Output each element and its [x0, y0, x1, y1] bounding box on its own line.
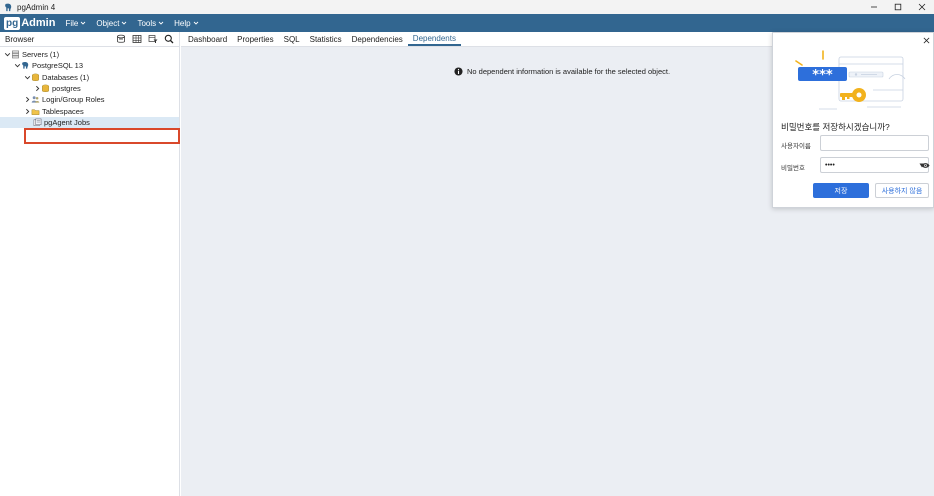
- menubar: pg Admin File Object Tools Help: [0, 14, 934, 32]
- tree-label: Login/Group Roles: [42, 95, 105, 105]
- pgadmin-logo: pg Admin: [4, 16, 55, 30]
- browser-header: Browser: [0, 32, 179, 47]
- tree-node-postgresql-13[interactable]: PostgreSQL 13: [0, 60, 179, 71]
- view-data-icon[interactable]: [130, 33, 144, 46]
- menu-file[interactable]: File: [65, 19, 86, 28]
- chevron-down-icon: [158, 21, 164, 25]
- tree-node-login-group-roles[interactable]: Login/Group Roles: [0, 94, 179, 105]
- save-password-dialog: *** 비밀번호를 저장하시겠습니까? 사용자이름 비밀번호 •••• 저장 사…: [772, 32, 934, 208]
- menu-tools-label: Tools: [137, 18, 157, 28]
- servers-icon: [11, 50, 20, 59]
- window-close-button[interactable]: [910, 0, 934, 14]
- save-button[interactable]: 저장: [813, 183, 869, 198]
- message-text: No dependent information is available fo…: [467, 67, 671, 76]
- chevron-down-icon[interactable]: [23, 73, 31, 81]
- chevron-down-icon: [193, 21, 198, 25]
- window-title: pgAdmin 4: [17, 2, 56, 12]
- password-key-illustration: ***: [795, 50, 906, 110]
- tree-node-tablespaces[interactable]: Tablespaces: [0, 105, 179, 116]
- no-dependents-message: No dependent information is available fo…: [454, 67, 670, 76]
- tab-dependents[interactable]: Dependents: [407, 32, 461, 46]
- never-save-button[interactable]: 사용하지 않음: [875, 183, 929, 198]
- search-objects-icon[interactable]: [162, 33, 176, 46]
- menu-tools[interactable]: Tools: [137, 19, 164, 28]
- password-label: 비밀번호: [781, 165, 805, 172]
- tab-dependencies[interactable]: Dependencies: [347, 32, 408, 46]
- menu-help-label: Help: [174, 18, 191, 28]
- database-icon: [41, 84, 50, 93]
- chevron-right-icon[interactable]: [23, 107, 31, 115]
- pgadmin-elephant-icon: [3, 2, 13, 12]
- tree-label: Tablespaces: [42, 106, 84, 116]
- tree-label: postgres: [52, 84, 81, 94]
- tree-label: Servers (1): [22, 50, 60, 60]
- logo-pg-text: pg: [4, 16, 21, 30]
- password-value: ••••: [825, 161, 835, 169]
- query-tool-icon[interactable]: [114, 33, 128, 46]
- username-field[interactable]: [820, 135, 929, 151]
- tab-properties[interactable]: Properties: [232, 32, 278, 46]
- object-tree: Servers (1) PostgreSQL 13 Databases (1) …: [0, 47, 180, 144]
- pgagent-jobs-icon: [33, 118, 42, 127]
- tree-node-servers[interactable]: Servers (1): [0, 49, 179, 60]
- chevron-down-icon: [81, 21, 86, 25]
- server-icon: [21, 61, 30, 70]
- tree-label: PostgreSQL 13: [32, 61, 84, 71]
- illustration-mask-text: ***: [812, 68, 833, 83]
- info-icon: [454, 67, 463, 76]
- browser-panel: Browser Servers (1) PostgreSQL 13 Databa…: [0, 32, 180, 496]
- menu-object-label: Object: [96, 18, 120, 28]
- tablespaces-icon: [31, 107, 40, 116]
- tree-node-pgagent-jobs[interactable]: pgAgent Jobs: [0, 116, 179, 129]
- selection-highlight-box: [24, 128, 180, 144]
- chevron-down-icon[interactable]: [3, 51, 11, 59]
- tab-sql[interactable]: SQL: [279, 32, 305, 46]
- password-field[interactable]: ••••: [820, 157, 929, 173]
- browser-title: Browser: [5, 34, 35, 44]
- close-icon[interactable]: [921, 35, 931, 45]
- menu-file-label: File: [65, 18, 79, 28]
- chevron-right-icon[interactable]: [23, 96, 31, 104]
- tree-node-databases[interactable]: Databases (1): [0, 72, 179, 83]
- chevron-right-icon[interactable]: [33, 85, 41, 93]
- maximize-button[interactable]: [886, 0, 910, 14]
- roles-icon: [31, 95, 40, 104]
- menu-help[interactable]: Help: [174, 19, 198, 28]
- databases-icon: [31, 73, 40, 82]
- tab-statistics[interactable]: Statistics: [305, 32, 347, 46]
- tab-dashboard[interactable]: Dashboard: [183, 32, 232, 46]
- save-password-question: 비밀번호를 저장하시겠습니까?: [781, 122, 890, 132]
- chevron-down-icon[interactable]: [13, 62, 21, 70]
- filtered-rows-icon[interactable]: [146, 33, 160, 46]
- tree-node-postgres[interactable]: postgres: [0, 83, 179, 94]
- menu-object[interactable]: Object: [96, 19, 127, 28]
- minimize-button[interactable]: [862, 0, 886, 14]
- tree-label: Databases (1): [42, 72, 90, 82]
- username-label: 사용자이름: [781, 143, 811, 150]
- tree-label: pgAgent Jobs: [44, 117, 90, 127]
- eye-icon[interactable]: [921, 162, 930, 169]
- window-titlebar: pgAdmin 4: [0, 0, 934, 14]
- logo-admin-text: Admin: [21, 16, 56, 29]
- chevron-down-icon: [122, 21, 127, 25]
